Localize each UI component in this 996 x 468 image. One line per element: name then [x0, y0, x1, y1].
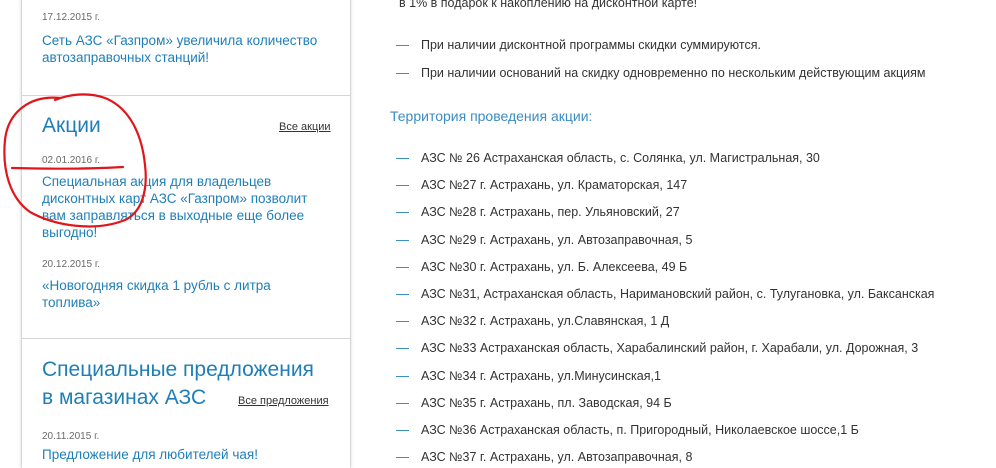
divider [22, 95, 350, 96]
dash-bullet: — [396, 232, 409, 247]
station-item: АЗС №29 г. Астрахань, ул. Автозаправочна… [421, 233, 693, 247]
dash-bullet: — [396, 395, 409, 410]
territory-heading: Территория проведения акции: [390, 108, 593, 124]
news-date: 17.12.2015 г. [42, 12, 101, 23]
station-item: АЗС №31, Астраханская область, Нариманов… [421, 287, 935, 301]
note-item: При наличии оснований на скидку одноврем… [421, 66, 926, 80]
station-item: АЗС №28 г. Астрахань, пер. Ульяновский, … [421, 205, 680, 219]
station-item: АЗС №37 г. Астрахань, ул. Автозаправочна… [421, 450, 693, 464]
dash-bullet: — [396, 368, 409, 383]
all-offers-link[interactable]: Все предложения [238, 395, 329, 407]
dash-bullet: — [396, 259, 409, 274]
station-item: АЗС №34 г. Астрахань, ул.Минусинская,1 [421, 369, 661, 383]
station-item: АЗС №33 Астраханская область, Харабалинс… [421, 341, 919, 355]
dash-bullet: — [396, 204, 409, 219]
divider [22, 338, 350, 339]
promo-date: 20.12.2015 г. [42, 259, 101, 270]
dash-bullet: — [396, 286, 409, 301]
station-item: АЗС №32 г. Астрахань, ул.Славянская, 1 Д [421, 314, 670, 328]
note-item: При наличии дисконтной программы скидки … [421, 38, 761, 52]
station-item: АЗС № 26 Астраханская область, с. Солянк… [421, 151, 820, 165]
station-item: АЗС №35 г. Астрахань, пл. Заводская, 94 … [421, 396, 672, 410]
promo-link[interactable]: «Новогодняя скидка 1 рубль с литра топли… [42, 277, 271, 311]
dash-bullet: — [396, 313, 409, 328]
dash-bullet: — [396, 37, 409, 52]
dash-bullet: — [396, 150, 409, 165]
dash-bullet: — [396, 449, 409, 464]
station-item: АЗС №27 г. Астрахань, ул. Краматорская, … [421, 178, 688, 192]
content-top-text: в 1% в подарок к накоплению на дисконтно… [399, 0, 698, 10]
promos-title: Акции [42, 114, 101, 137]
dash-bullet: — [396, 177, 409, 192]
all-promos-link[interactable]: Все акции [279, 121, 331, 133]
news-link[interactable]: Сеть АЗС «Газпром» увеличила количество … [42, 32, 317, 66]
dash-bullet: — [396, 422, 409, 437]
station-item: АЗС №36 Астраханская область, п. Пригоро… [421, 423, 859, 437]
promo-date: 02.01.2016 г. [42, 155, 101, 166]
promo-link[interactable]: Специальная акция для владельцев дисконт… [42, 173, 307, 241]
dash-bullet: — [396, 340, 409, 355]
station-item: АЗС №30 г. Астрахань, ул. Б. Алексеева, … [421, 260, 688, 274]
offer-date: 20.11.2015 г. [42, 431, 100, 442]
dash-bullet: — [396, 65, 409, 80]
offer-link[interactable]: Предложение для любителей чая! [42, 446, 258, 463]
